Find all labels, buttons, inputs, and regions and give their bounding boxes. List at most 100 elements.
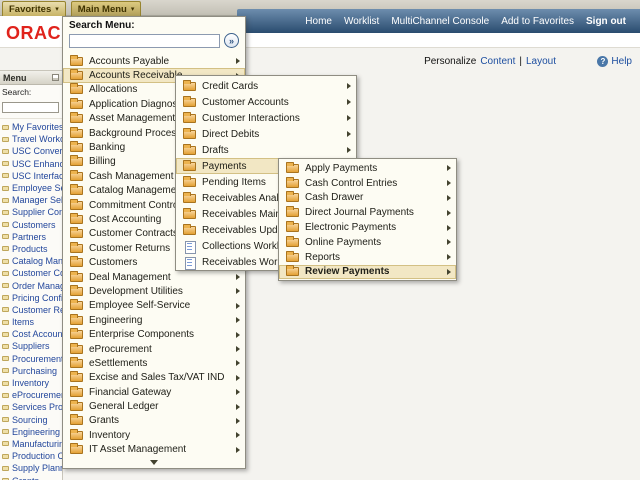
sidebar-menu-item[interactable]: Products	[0, 243, 62, 255]
menu-item[interactable]: Cash Drawer	[279, 191, 456, 206]
menu-item[interactable]: Review Payments	[279, 265, 456, 280]
favorites-menu-tab[interactable]: Favorites ▾	[2, 1, 66, 16]
sidebar-menu-item[interactable]: Purchasing	[0, 365, 62, 377]
menu-item[interactable]: Financial Gateway	[63, 385, 245, 399]
doc-icon	[183, 258, 196, 267]
sidebar-menu-item[interactable]: Manager Self-Service	[0, 194, 62, 206]
nav-multichannel-console-link[interactable]: MultiChannel Console	[391, 16, 489, 27]
sidebar-menu-item[interactable]: USC Interfaces	[0, 170, 62, 182]
nav-sign-out-link[interactable]: Sign out	[586, 16, 626, 27]
menu-item[interactable]: Drafts	[176, 142, 356, 158]
sidebar-menu-item[interactable]: Sourcing	[0, 414, 62, 426]
submenu-arrow-icon	[447, 210, 451, 216]
sidebar-menu-item[interactable]: Catalog Management	[0, 255, 62, 267]
menu-item[interactable]: Credit Cards	[176, 78, 356, 94]
sidebar-menu-item[interactable]: Supplier Contracts	[0, 206, 62, 218]
sidebar-menu-item[interactable]: Customers	[0, 219, 62, 231]
folder-icon	[70, 388, 83, 397]
sidebar-menu-item[interactable]: Employee Self-Service	[0, 182, 62, 194]
folder-bullet-icon	[2, 344, 9, 349]
payments-submenu: Apply Payments Cash Control Entries Cash…	[278, 158, 457, 281]
submenu-arrow-icon	[236, 404, 240, 410]
menu-item[interactable]: Direct Journal Payments	[279, 205, 456, 220]
menu-item[interactable]: Customer Interactions	[176, 110, 356, 126]
sidebar-menu-item[interactable]: Grants	[0, 474, 62, 480]
folder-icon	[183, 146, 196, 155]
menu-item[interactable]: IT Asset Management	[63, 443, 245, 457]
menu-scroll-down[interactable]	[63, 457, 245, 468]
doc-icon	[183, 242, 196, 251]
menu-item[interactable]: Inventory	[63, 428, 245, 442]
sidebar-menu-item[interactable]: Cost Accounting	[0, 328, 62, 340]
submenu-arrow-icon	[447, 225, 451, 231]
sidebar-menu-item[interactable]: Items	[0, 316, 62, 328]
menu-item[interactable]: Direct Debits	[176, 126, 356, 142]
sidebar-menu-item[interactable]: USC Conversions	[0, 145, 62, 157]
menu-item[interactable]: Grants	[63, 414, 245, 428]
help-icon: ?	[597, 56, 608, 67]
submenu-arrow-icon	[236, 303, 240, 309]
folder-bullet-icon	[2, 320, 9, 325]
sidebar-search-input[interactable]	[2, 102, 59, 113]
menu-item[interactable]: General Ledger	[63, 399, 245, 413]
personalize-layout-link[interactable]: Layout	[526, 56, 556, 67]
folder-bullet-icon	[2, 295, 9, 300]
nav-home-link[interactable]: Home	[305, 16, 332, 27]
menu-item[interactable]: Enterprise Components	[63, 327, 245, 341]
main-menu-tab[interactable]: Main Menu ▾	[71, 1, 142, 16]
folder-bullet-icon	[2, 125, 9, 130]
folder-icon	[183, 178, 196, 187]
folder-icon	[70, 316, 83, 325]
nav-worklist-link[interactable]: Worklist	[344, 16, 379, 27]
sidebar-menu-item[interactable]: Order Management	[0, 279, 62, 291]
menu-item[interactable]: Development Utilities	[63, 284, 245, 298]
folder-bullet-icon	[2, 405, 9, 410]
folder-icon	[183, 82, 196, 91]
sidebar-menu-item[interactable]: Procurement Contracts	[0, 353, 62, 365]
menu-item[interactable]: Deal Management	[63, 270, 245, 284]
menu-item[interactable]: eProcurement	[63, 342, 245, 356]
sidebar-menu-item[interactable]: Partners	[0, 231, 62, 243]
chevron-down-icon: ▾	[131, 6, 135, 13]
menu-item[interactable]: Reports	[279, 250, 456, 265]
sidebar-menu-item[interactable]: Production Control	[0, 450, 62, 462]
sidebar-menu-item[interactable]: Suppliers	[0, 340, 62, 352]
sidebar-menu-item[interactable]: Supply Planning	[0, 462, 62, 474]
nav-add-to-favorites-link[interactable]: Add to Favorites	[501, 16, 574, 27]
menu-item[interactable]: Electronic Payments	[279, 220, 456, 235]
menu-item[interactable]: Excise and Sales Tax/VAT IND	[63, 371, 245, 385]
menu-item[interactable]: Online Payments	[279, 235, 456, 250]
sidebar-menu-item[interactable]: Customer Contracts	[0, 267, 62, 279]
sidebar-menu-item[interactable]: Pricing Configuration	[0, 292, 62, 304]
submenu-arrow-icon	[236, 332, 240, 338]
menu-item[interactable]: Engineering	[63, 313, 245, 327]
menu-item[interactable]: Accounts Payable	[63, 54, 245, 68]
sidebar-menu-item[interactable]: Inventory	[0, 377, 62, 389]
menu-item[interactable]: Employee Self-Service	[63, 299, 245, 313]
folder-icon	[70, 85, 83, 94]
menu-item[interactable]: Apply Payments	[279, 161, 456, 176]
folder-icon	[286, 253, 299, 262]
sidebar-menu-item[interactable]: My Favorites	[0, 121, 62, 133]
sidebar-menu-item[interactable]: Manufacturing Definitions	[0, 438, 62, 450]
sidebar-menu-item[interactable]: Services Procurement	[0, 401, 62, 413]
menu-item[interactable]: Cash Control Entries	[279, 176, 456, 191]
pagelet-minimize-icon[interactable]	[52, 74, 59, 81]
menu-item[interactable]: Customer Accounts	[176, 94, 356, 110]
folder-icon	[70, 215, 83, 224]
help-link[interactable]: Help	[611, 56, 632, 67]
submenu-arrow-icon	[236, 346, 240, 352]
sidebar-menu-item[interactable]: Engineering	[0, 426, 62, 438]
menu-search-input[interactable]	[69, 34, 220, 48]
folder-bullet-icon	[2, 368, 9, 373]
search-go-icon[interactable]: »	[224, 33, 239, 48]
folder-bullet-icon	[2, 222, 9, 227]
sidebar-menu-item[interactable]: eProcurement	[0, 389, 62, 401]
sidebar-menu-item[interactable]: Customer Returns	[0, 304, 62, 316]
sidebar-menu-item[interactable]: Travel Workcenter	[0, 133, 62, 145]
submenu-arrow-icon	[236, 317, 240, 323]
folder-icon	[70, 129, 83, 138]
sidebar-menu-item[interactable]: USC Enhancements	[0, 158, 62, 170]
personalize-content-link[interactable]: Content	[480, 56, 515, 67]
menu-item[interactable]: eSettlements	[63, 356, 245, 370]
